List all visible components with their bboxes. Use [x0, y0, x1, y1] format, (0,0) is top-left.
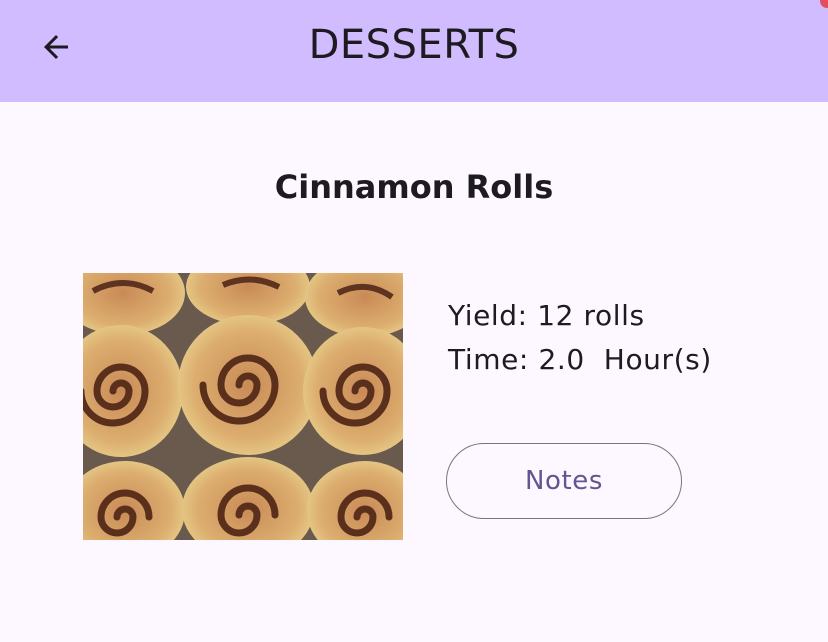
- app-bar: DESSERTS: [0, 0, 828, 102]
- app-title: DESSERTS: [308, 22, 520, 68]
- notes-button[interactable]: Notes: [446, 443, 682, 519]
- corner-indicator: [820, 0, 828, 8]
- cinnamon-rolls-image: [83, 273, 403, 540]
- yield-text: Yield: 12 rolls: [448, 299, 645, 332]
- time-text: Time: 2.0 Hour(s): [448, 343, 712, 376]
- recipe-detail: Cinnamon Rolls Yield: 12 rolls Time: 2.0…: [0, 102, 828, 642]
- recipe-photo: [83, 273, 403, 540]
- recipe-info: Yield: 12 rolls Time: 2.0 Hour(s): [448, 294, 712, 382]
- recipe-title: Cinnamon Rolls: [274, 168, 554, 206]
